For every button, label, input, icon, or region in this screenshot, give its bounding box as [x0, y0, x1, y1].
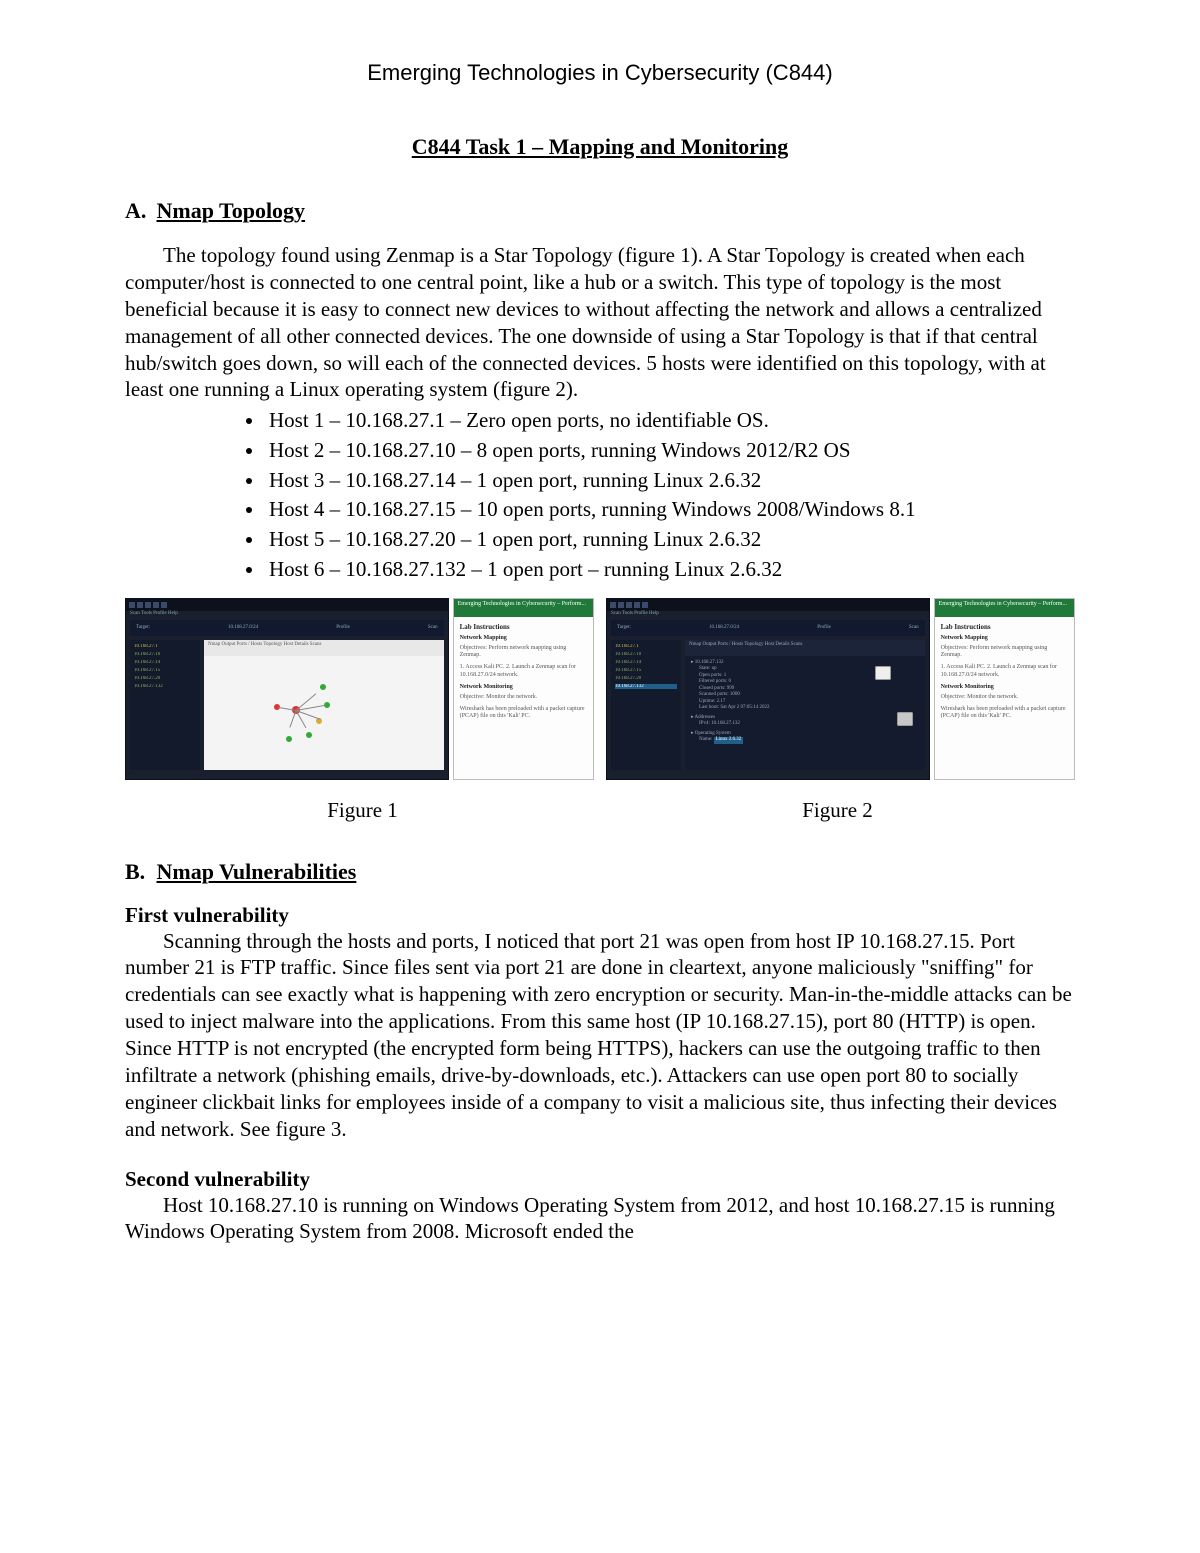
sidebar-host: 10.168.27.14: [134, 660, 196, 665]
panel-text: Wireshark has been preloaded with a pack…: [941, 706, 1068, 722]
figure-1: Scan Tools Profile Help Target: 10.168.2…: [125, 598, 594, 780]
document-page: Emerging Technologies in Cybersecurity (…: [0, 0, 1200, 1553]
detail-os-value: Linux 2.6.32: [714, 737, 744, 744]
scan-button: Scan: [428, 625, 438, 630]
taskbar-icon: [618, 602, 624, 608]
sidebar-host: 10.168.27.20: [615, 676, 677, 681]
lab-instructions-panel: Emerging Technologies in Cybersecurity –…: [934, 598, 1075, 780]
sidebar-host: 10.168.27.10: [134, 652, 196, 657]
taskbar-icon: [161, 602, 167, 608]
topology-node: [320, 684, 326, 690]
figure-1-caption: Figure 1: [125, 798, 600, 823]
list-item: Host 2 – 10.168.27.10 – 8 open ports, ru…: [265, 437, 1075, 465]
panel-header: Emerging Technologies in Cybersecurity –…: [935, 599, 1074, 617]
figure-2-caption: Figure 2: [600, 798, 1075, 823]
first-vulnerability-text: Scanning through the hosts and ports, I …: [125, 928, 1075, 1143]
section-a-paragraph: The topology found using Zenmap is a Sta…: [125, 242, 1075, 403]
list-item: Host 5 – 10.168.27.20 – 1 open port, run…: [265, 526, 1075, 554]
taskbar-icon: [642, 602, 648, 608]
section-a-letter: A.: [125, 198, 151, 224]
taskbar-icon: [153, 602, 159, 608]
section-a-title: Nmap Topology: [157, 198, 306, 223]
sidebar-host: 10.168.27.14: [615, 660, 677, 665]
panel-text: Objective: Monitor the network.: [460, 694, 587, 702]
topology-node: [286, 736, 292, 742]
taskbar-icon: [129, 602, 135, 608]
panel-title: Lab Instructions: [941, 623, 1068, 631]
second-vulnerability-text: Host 10.168.27.10 is running on Windows …: [125, 1192, 1075, 1246]
second-vulnerability-heading: Second vulnerability: [125, 1167, 1075, 1192]
target-value: 10.168.27.0/24: [709, 625, 739, 630]
sidebar-host: 10.168.27.1: [615, 644, 677, 649]
sidebar-host: 10.168.27.15: [615, 668, 677, 673]
sidebar-host: 10.168.27.10: [615, 652, 677, 657]
taskbar-icon: [626, 602, 632, 608]
taskbar: [126, 599, 448, 611]
sidebar-host: 10.168.27.15: [134, 668, 196, 673]
panel-text: Objective: Monitor the network.: [941, 694, 1068, 702]
target-value: 10.168.27.0/24: [228, 625, 258, 630]
sidebar-host: 10.168.27.1: [134, 644, 196, 649]
target-bar: Target: 10.168.27.0/24 Profile Scan: [611, 620, 925, 636]
list-item: Host 6 – 10.168.27.132 – 1 open port – r…: [265, 556, 1075, 584]
sidebar-host: 10.168.27.132: [134, 684, 196, 689]
tab-strip: Nmap Output Ports / Hosts Topology Host …: [204, 640, 444, 656]
panel-text: Wireshark has been preloaded with a pack…: [460, 706, 587, 722]
list-item: Host 4 – 10.168.27.15 – 10 open ports, r…: [265, 496, 1075, 524]
target-label: Target:: [617, 625, 631, 630]
profile-label: Profile: [336, 625, 350, 630]
sidebar-host: 10.168.27.20: [134, 676, 196, 681]
host-details-panel: Nmap Output Ports / Hosts Topology Host …: [685, 640, 925, 770]
host-sidebar: 10.168.27.1 10.168.27.10 10.168.27.14 10…: [611, 640, 681, 770]
list-item: Host 1 – 10.168.27.1 – Zero open ports, …: [265, 407, 1075, 435]
topology-node: [306, 732, 312, 738]
section-b-letter: B.: [125, 859, 151, 885]
document-title: C844 Task 1 – Mapping and Monitoring: [125, 134, 1075, 160]
target-label: Target:: [136, 625, 150, 630]
screenshot-zenmap-hostdetails: Scan Tools Profile Help Target: 10.168.2…: [606, 598, 930, 780]
taskbar-icon: [610, 602, 616, 608]
taskbar-icon: [634, 602, 640, 608]
panel-subtitle-2: Network Monitoring: [941, 684, 1068, 690]
panel-text: Objectives: Perform network mapping usin…: [460, 645, 587, 661]
menu-row: Scan Tools Profile Help: [607, 611, 929, 616]
figure-captions: Figure 1 Figure 2: [125, 798, 1075, 823]
menu-row: Scan Tools Profile Help: [126, 611, 448, 616]
figures-row: Scan Tools Profile Help Target: 10.168.2…: [125, 598, 1075, 780]
taskbar-icon: [145, 602, 151, 608]
screenshot-zenmap-topology: Scan Tools Profile Help Target: 10.168.2…: [125, 598, 449, 780]
panel-text: 1. Access Kali PC. 2. Launch a Zenmap sc…: [460, 664, 587, 680]
host-sidebar: 10.168.27.1 10.168.27.10 10.168.27.14 10…: [130, 640, 200, 770]
section-b-heading: B. Nmap Vulnerabilities: [125, 859, 1075, 885]
section-a-heading: A. Nmap Topology: [125, 198, 1075, 224]
host-device-icon: [897, 712, 913, 726]
taskbar-icon: [137, 602, 143, 608]
detail-line: IPv4: 10.168.27.132: [691, 721, 919, 728]
lab-instructions-panel: Emerging Technologies in Cybersecurity –…: [453, 598, 594, 780]
panel-subtitle-2: Network Monitoring: [460, 684, 587, 690]
target-bar: Target: 10.168.27.0/24 Profile Scan: [130, 620, 444, 636]
panel-header: Emerging Technologies in Cybersecurity –…: [454, 599, 593, 617]
host-status-icon: [875, 666, 891, 680]
taskbar: [607, 599, 929, 611]
first-vulnerability-heading: First vulnerability: [125, 903, 1075, 928]
host-list: Host 1 – 10.168.27.1 – Zero open ports, …: [125, 407, 1075, 583]
topology-canvas: Nmap Output Ports / Hosts Topology Host …: [204, 640, 444, 770]
course-header: Emerging Technologies in Cybersecurity (…: [125, 60, 1075, 86]
sidebar-host-selected: 10.168.27.132: [615, 684, 677, 689]
profile-label: Profile: [817, 625, 831, 630]
detail-line: Name:: [699, 737, 714, 742]
section-b-title: Nmap Vulnerabilities: [157, 859, 357, 884]
panel-text: Objectives: Perform network mapping usin…: [941, 645, 1068, 661]
list-item: Host 3 – 10.168.27.14 – 1 open port, run…: [265, 467, 1075, 495]
panel-text: 1. Access Kali PC. 2. Launch a Zenmap sc…: [941, 664, 1068, 680]
figure-2: Scan Tools Profile Help Target: 10.168.2…: [606, 598, 1075, 780]
panel-subtitle: Network Mapping: [460, 635, 587, 641]
panel-subtitle: Network Mapping: [941, 635, 1068, 641]
tab-strip: Nmap Output Ports / Hosts Topology Host …: [685, 640, 925, 656]
detail-line: Last boot: Sat Apr 2 07:05:14 2022: [699, 705, 919, 712]
scan-button: Scan: [909, 625, 919, 630]
panel-title: Lab Instructions: [460, 623, 587, 631]
